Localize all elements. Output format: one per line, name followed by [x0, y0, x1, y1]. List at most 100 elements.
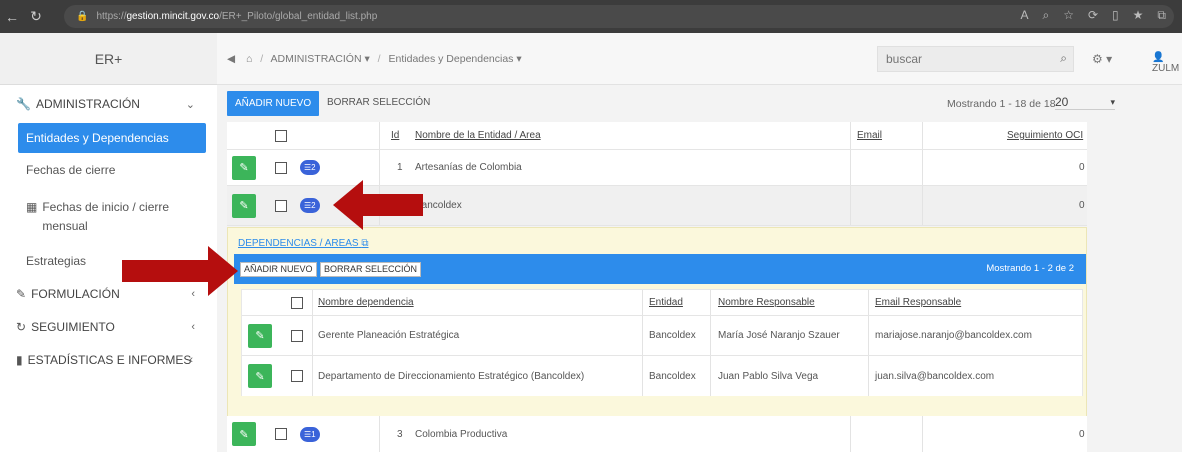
column-email[interactable]: Email: [857, 130, 882, 141]
address-bar[interactable]: 🔒 https://gestion.mincit.gov.co/ER+_Pilo…: [64, 5, 1174, 28]
app-brand[interactable]: ER+: [0, 33, 217, 85]
pencil-icon: ✎: [255, 330, 265, 342]
badge-count: 2: [311, 201, 316, 210]
row-name: Colombia Productiva: [415, 428, 508, 440]
favorites-icon[interactable]: ★: [1133, 8, 1144, 23]
chevron-left-icon: ‹: [191, 321, 195, 333]
column-id[interactable]: Id: [391, 130, 399, 141]
pencil-icon: ✎: [239, 200, 249, 212]
add-new-button[interactable]: AÑADIR NUEVO: [227, 91, 320, 116]
column-seguimiento[interactable]: Seguimiento OCI: [1007, 130, 1083, 141]
row-id: 3: [397, 428, 403, 440]
extensions-icon[interactable]: ⟳: [1088, 8, 1098, 23]
dependencias-table: Nombre dependencia Entidad Nombre Respon…: [241, 289, 1083, 396]
chevron-left-icon: ‹: [189, 354, 193, 366]
wrench-icon: 🔧: [16, 97, 31, 111]
user-name: ZULM: [1152, 63, 1180, 74]
collections-icon[interactable]: ⧉: [1157, 8, 1166, 23]
bar-chart-icon: ▮: [16, 353, 23, 367]
search-input[interactable]: [878, 47, 1038, 71]
list-icon: ☰: [304, 163, 312, 172]
detail-toolbar: AÑADIR NUEVO BORRAR SELECCIÓN Mostrando …: [234, 254, 1086, 284]
external-link-icon: ⧉: [361, 238, 369, 249]
records-count: Mostrando 1 - 18 de 18: [947, 98, 1056, 110]
column-entidad[interactable]: Entidad: [649, 297, 683, 308]
edit-button[interactable]: ✎: [232, 422, 256, 446]
details-badge[interactable]: ☰ 2: [300, 160, 320, 175]
annotation-arrow-badge: [333, 180, 423, 230]
row-checkbox[interactable]: [291, 370, 303, 382]
row-checkbox[interactable]: [291, 329, 303, 342]
pencil-icon: ✎: [239, 428, 249, 441]
pencil-icon: ✎: [255, 370, 265, 383]
select-all-checkbox[interactable]: [275, 129, 287, 142]
refresh-icon: ↻: [16, 320, 27, 334]
edit-button[interactable]: ✎: [248, 364, 272, 388]
page-size-select[interactable]: 20 ▾: [1055, 95, 1115, 110]
breadcrumb-page[interactable]: Entidades y Dependencias: [389, 53, 514, 65]
favorite-star-icon[interactable]: ☆: [1063, 8, 1074, 23]
menu-toggle-icon[interactable]: ◀: [227, 53, 235, 65]
sub-table-row[interactable]: ✎ Departamento de Direccionamiento Estra…: [242, 356, 1082, 396]
caret-down-icon: ▾: [1110, 97, 1115, 107]
dependencia-responsable: Juan Pablo Silva Vega: [718, 370, 819, 382]
top-header: ◀ ⌂ / ADMINISTRACIÓN ▾ / Entidades y Dep…: [217, 33, 1182, 85]
sidebar-section-label: ADMINISTRACIÓN: [35, 97, 140, 111]
edit-icon: ✎: [16, 287, 27, 301]
table-row[interactable]: ✎ ☰ 1 3 Colombia Productiva 0: [227, 416, 1087, 452]
dependencia-name: Gerente Planeación Estratégica: [318, 330, 460, 341]
reload-icon[interactable]: ↻: [24, 8, 48, 25]
row-checkbox[interactable]: [275, 199, 287, 212]
split-screen-icon[interactable]: ▯: [1112, 8, 1119, 23]
badge-count: 2: [311, 163, 316, 172]
sidebar-item-label: Fechas de inicio / cierre mensual: [42, 200, 170, 233]
user-menu[interactable]: 👤ZULM: [1152, 52, 1182, 74]
url-path: /ER+_Piloto/global_entidad_list.php: [219, 11, 378, 22]
sidebar-section-seguimiento[interactable]: ↻ SEGUIMIENTO ‹: [0, 311, 217, 343]
detail-add-new-button[interactable]: AÑADIR NUEVO: [240, 262, 317, 277]
sub-table-row[interactable]: ✎ Gerente Planeación Estratégica Bancold…: [242, 316, 1082, 356]
dependencia-email: juan.silva@bancoldex.com: [875, 370, 995, 382]
column-name[interactable]: Nombre de la Entidad / Area: [415, 130, 541, 141]
sidebar-section-administracion[interactable]: 🔧 ADMINISTRACIÓN ⌄: [0, 88, 217, 120]
details-badge[interactable]: ☰ 1: [300, 426, 320, 442]
detail-delete-selection-button[interactable]: BORRAR SELECCIÓN: [320, 262, 422, 277]
badge-count: 1: [311, 429, 316, 439]
caret-down-icon: ▾: [364, 53, 370, 65]
gear-icon[interactable]: ⚙ ▾: [1092, 52, 1112, 66]
column-email-responsable[interactable]: Email Responsable: [875, 297, 961, 308]
breadcrumb: ◀ ⌂ / ADMINISTRACIÓN ▾ / Entidades y Dep…: [227, 53, 522, 65]
sidebar-item-fechas-mensual[interactable]: ▦ Fechas de inicio / cierre mensual: [18, 198, 206, 236]
dependencias-link[interactable]: DEPENDENCIAS / AREAS ⧉: [238, 238, 369, 249]
sidebar-section-label: FORMULACIÓN: [31, 287, 120, 301]
home-icon[interactable]: ⌂: [246, 53, 252, 65]
edit-button[interactable]: ✎: [248, 323, 272, 348]
read-aloud-icon[interactable]: A: [1020, 8, 1028, 23]
sidebar-item-entidades[interactable]: Entidades y Dependencias: [18, 123, 206, 153]
details-badge[interactable]: ☰ 2: [300, 198, 320, 213]
lock-icon: 🔒: [76, 11, 89, 22]
back-icon[interactable]: ←: [0, 9, 24, 25]
zoom-icon[interactable]: ⌕: [1042, 8, 1049, 23]
delete-selection-button[interactable]: BORRAR SELECCIÓN: [327, 97, 430, 108]
dependencia-email: mariajose.naranjo@bancoldex.com: [875, 330, 1032, 341]
detail-records-count: Mostrando 1 - 2 de 2: [986, 263, 1074, 274]
search-icon[interactable]: ⌕: [1060, 51, 1067, 66]
breadcrumb-section[interactable]: ADMINISTRACIÓN: [271, 53, 362, 65]
edit-button[interactable]: ✎: [232, 155, 256, 180]
sidebar-item-fechas-cierre[interactable]: Fechas de cierre: [18, 163, 206, 177]
url-prefix: https://: [96, 11, 127, 22]
sidebar-section-estadisticas[interactable]: ▮ ESTADÍSTICAS E INFORMES ‹: [0, 344, 217, 376]
edit-button[interactable]: ✎: [232, 193, 256, 218]
column-dependencia[interactable]: Nombre dependencia: [318, 297, 414, 308]
browser-toolbar: ← ↻ 🔒 https://gestion.mincit.gov.co/ER+_…: [0, 0, 1182, 33]
url-host: gestion.mincit.gov.co: [126, 11, 220, 22]
row-checkbox[interactable]: [275, 161, 287, 174]
select-all-checkbox[interactable]: [291, 296, 303, 309]
dependencias-panel: DEPENDENCIAS / AREAS ⧉ AÑADIR NUEVO BORR…: [227, 227, 1087, 417]
sub-table-header: Nombre dependencia Entidad Nombre Respon…: [242, 290, 1082, 316]
row-checkbox[interactable]: [275, 428, 287, 440]
column-responsable[interactable]: Nombre Responsable: [718, 297, 815, 308]
table-header: Id Nombre de la Entidad / Area Email Seg…: [227, 122, 1087, 150]
calendar-icon: ▦: [26, 200, 38, 214]
